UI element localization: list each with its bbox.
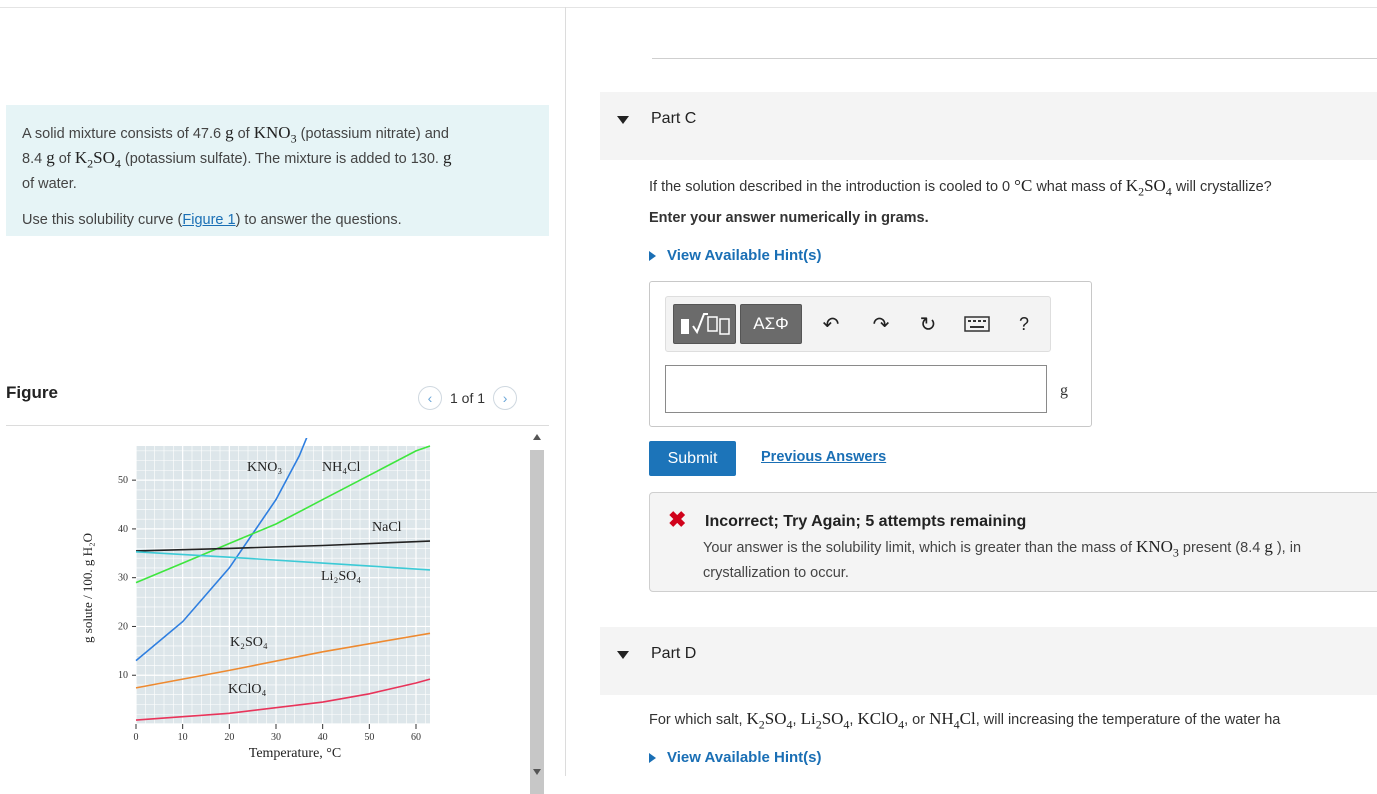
part-c-instruction: Enter your answer numerically in grams. xyxy=(649,210,929,226)
series-label-k2so4: K₂SO₄ xyxy=(230,635,268,650)
undo-icon[interactable]: ↶ xyxy=(819,312,843,336)
answer-unit: g xyxy=(1060,382,1068,399)
feedback-title: Incorrect; Try Again; 5 attempts remaini… xyxy=(705,513,1027,530)
scroll-down-icon[interactable] xyxy=(533,769,541,775)
formula-kno3: KNO3 xyxy=(1136,537,1179,560)
part-d-header[interactable]: Part D xyxy=(600,627,1377,695)
templates-icon[interactable] xyxy=(673,304,736,344)
figure-pager: ‹ 1 of 1 › xyxy=(418,386,518,410)
x-tick-label: 40 xyxy=(318,732,328,743)
part-d-title: Part D xyxy=(651,645,697,662)
formula-k2so4: K2SO4 xyxy=(1125,176,1172,199)
y-tick-label: 10 xyxy=(118,670,128,681)
y-axis-label: g solute / 100. g H₂O xyxy=(80,533,95,643)
feedback-text: Your answer is the solubility limit, whi… xyxy=(703,537,1302,582)
intro-figure-line: Use this solubility curve (Figure 1) to … xyxy=(22,211,402,228)
feedback-panel: ✖ Incorrect; Try Again; 5 attempts remai… xyxy=(649,492,1377,592)
error-x-icon: ✖ xyxy=(668,507,687,532)
y-tick-label: 50 xyxy=(118,475,128,486)
intro-panel: A solid mixture consists of 47.6 g of KN… xyxy=(6,105,549,236)
reset-icon[interactable]: ↻ xyxy=(916,312,940,336)
figure-rule xyxy=(6,425,549,426)
caret-right-icon xyxy=(649,250,656,261)
solubility-chart: 0 10 20 30 40 50 601020304050 KNO₃ NH₄Cl NaCl … xyxy=(80,438,431,761)
figure-scrollbar[interactable] xyxy=(529,432,546,794)
redo-icon[interactable]: ↷ xyxy=(869,312,893,336)
series-label-li2so4: Li₂SO₄ xyxy=(321,569,361,584)
x-axis-label: Temperature, °C xyxy=(249,746,341,761)
series-label-nh4cl: NH₄Cl xyxy=(322,460,360,475)
symbols-button[interactable]: ΑΣΦ xyxy=(740,304,802,344)
answer-box: ΑΣΦ ↶ ↷ ↻ ? g xyxy=(649,281,1092,427)
series-label-nacl: NaCl xyxy=(372,520,402,535)
scroll-thumb[interactable] xyxy=(530,450,544,794)
x-tick-label: 20 xyxy=(224,732,234,743)
top-rule xyxy=(0,7,1377,8)
answer-input[interactable] xyxy=(665,365,1047,413)
figure-heading: Figure xyxy=(6,383,58,402)
previous-answers-link[interactable]: Previous Answers xyxy=(761,449,886,465)
y-tick-label: 20 xyxy=(118,621,128,632)
series-label-kno3: KNO₃ xyxy=(247,460,282,475)
help-button[interactable]: ? xyxy=(1012,312,1036,336)
chevron-right-icon[interactable]: › xyxy=(493,386,518,410)
part-c-hint-toggle[interactable]: View Available Hint(s) xyxy=(649,247,822,264)
templates-glyph xyxy=(680,313,730,335)
x-tick-label: 50 xyxy=(364,732,374,743)
x-tick-label: 60 xyxy=(411,732,421,743)
part-d-question: For which salt, K2SO4, Li2SO4, KClO4, or… xyxy=(649,709,1281,732)
part-c-question: If the solution described in the introdu… xyxy=(649,176,1272,199)
caret-down-icon[interactable] xyxy=(617,116,629,124)
part-rule xyxy=(652,58,1377,59)
y-tick-label: 40 xyxy=(118,524,128,535)
x-tick-label: 0 xyxy=(134,732,139,743)
scroll-up-icon[interactable] xyxy=(533,434,541,440)
x-tick-label: 30 xyxy=(271,732,281,743)
caret-down-icon[interactable] xyxy=(617,651,629,659)
series-label-kclo4: KClO₄ xyxy=(228,682,266,697)
figure-link[interactable]: Figure 1 xyxy=(182,212,235,228)
pane-divider[interactable] xyxy=(565,7,566,776)
keyboard-icon[interactable] xyxy=(964,316,990,332)
part-c-title: Part C xyxy=(651,110,697,127)
part-c-header[interactable]: Part C xyxy=(600,92,1377,160)
formula-kno3: KNO3 xyxy=(253,123,297,146)
caret-right-icon xyxy=(649,752,656,763)
math-toolbar: ΑΣΦ ↶ ↷ ↻ ? xyxy=(665,296,1051,352)
y-tick-label: 30 xyxy=(118,573,128,584)
submit-button[interactable]: Submit xyxy=(649,441,736,476)
keyboard-glyph xyxy=(964,316,990,332)
x-tick-label: 10 xyxy=(178,732,188,743)
intro-paragraph: A solid mixture consists of 47.6 g of KN… xyxy=(22,123,452,192)
chevron-left-icon[interactable]: ‹ xyxy=(418,386,442,410)
pager-count: 1 of 1 xyxy=(450,390,486,406)
formula-k2so4: K2SO4 xyxy=(74,148,121,171)
part-d-hint-toggle[interactable]: View Available Hint(s) xyxy=(649,749,822,766)
